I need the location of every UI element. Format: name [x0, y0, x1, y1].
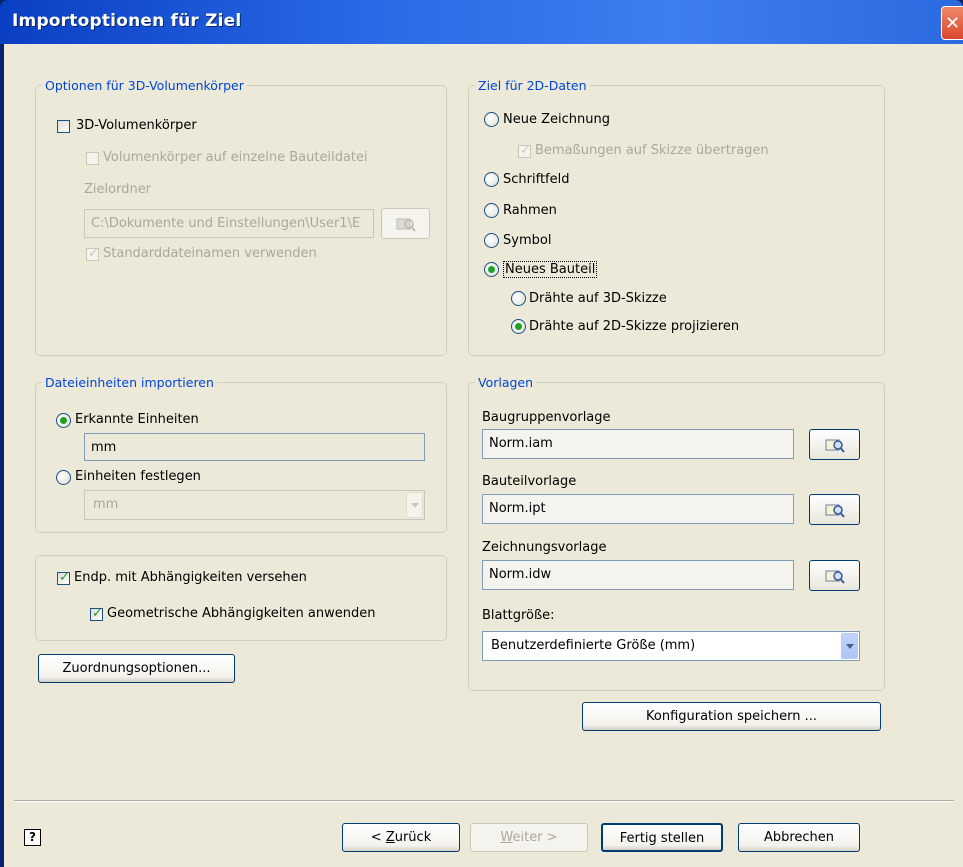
footer-separator — [14, 800, 954, 802]
endpoints-checkbox[interactable]: ✓ — [57, 570, 70, 585]
detected-units-field[interactable]: mm — [84, 433, 425, 461]
mapping-options-button[interactable]: Zuordnungsoptionen... — [38, 654, 235, 683]
help-icon[interactable]: ? — [24, 829, 41, 846]
cancel-button[interactable]: Abbrechen — [738, 823, 860, 852]
templates-legend: Vorlagen — [478, 375, 534, 390]
title-bar[interactable]: Importoptionen für Ziel ✕ — [0, 0, 963, 44]
back-button[interactable]: < Zurück — [342, 823, 460, 852]
single-file-checkbox[interactable] — [86, 152, 99, 165]
radio-wires-2d[interactable] — [511, 319, 526, 334]
radio-specify-units[interactable] — [56, 470, 71, 485]
radio-new-drawing[interactable] — [484, 112, 499, 127]
dimensions-label: Bemaßungen auf Skizze übertragen — [535, 143, 769, 158]
target-2d-legend: Ziel für 2D-Daten — [478, 78, 587, 93]
radio-selected-icon — [488, 266, 495, 273]
specify-units-label: Einheiten festlegen — [75, 469, 201, 484]
border-label: Rahmen — [503, 203, 557, 218]
target-folder-label: Zielordner — [84, 182, 152, 197]
dimensions-checkbox[interactable]: ✓ — [518, 143, 531, 158]
solids-legend: Optionen für 3D-Volumenkörper — [45, 78, 244, 93]
solid-checkbox-label: 3D-Volumenkörper — [76, 118, 197, 133]
check-icon: ✓ — [88, 246, 99, 261]
endpoints-label: Endp. mit Abhängigkeiten versehen — [74, 570, 307, 585]
dialog-body: Optionen für 3D-Volumenkörper 3D-Volumen… — [4, 44, 963, 867]
default-names-label: Standarddateinamen verwenden — [103, 246, 317, 261]
drawing-browse-button[interactable] — [809, 560, 860, 591]
check-icon: ✓ — [59, 570, 70, 585]
new-part-label: Neues Bauteil — [503, 261, 598, 278]
chevron-down-icon — [406, 492, 423, 518]
part-template-field[interactable]: Norm.ipt — [482, 494, 794, 524]
radio-selected-icon — [60, 417, 67, 424]
chevron-down-icon — [841, 633, 858, 659]
single-file-label: Volumenkörper auf einzelne Bauteildatei — [103, 150, 368, 165]
radio-border[interactable] — [484, 203, 499, 218]
new-drawing-label: Neue Zeichnung — [503, 112, 610, 127]
sheet-size-label: Blattgröße: — [482, 608, 555, 623]
solid-checkbox[interactable] — [57, 120, 70, 133]
close-button[interactable]: ✕ — [941, 6, 963, 40]
browse-icon — [825, 439, 845, 453]
check-icon: ✓ — [520, 143, 531, 158]
specify-units-value: mm — [93, 497, 119, 512]
radio-title-block[interactable] — [484, 172, 499, 187]
sheet-size-dropdown[interactable]: Benutzerdefinierte Größe (mm) — [482, 631, 860, 661]
detected-units-label: Erkannte Einheiten — [75, 412, 199, 427]
check-icon: ✓ — [92, 606, 103, 621]
wires-2d-label: Drähte auf 2D-Skizze projizieren — [529, 319, 740, 334]
browse-icon — [825, 504, 845, 518]
target-folder-field[interactable]: C:\Dokumente und Einstellungen\User1\E — [84, 209, 374, 238]
specify-units-dropdown[interactable]: mm — [84, 490, 425, 520]
assembly-template-field[interactable]: Norm.iam — [482, 429, 794, 459]
drawing-template-label: Zeichnungsvorlage — [482, 540, 607, 555]
radio-symbol[interactable] — [484, 233, 499, 248]
wires-3d-label: Drähte auf 3D-Skizze — [529, 291, 667, 306]
units-legend: Dateieinheiten importieren — [45, 375, 214, 390]
drawing-template-field[interactable]: Norm.idw — [482, 560, 794, 590]
target-folder-browse-button[interactable] — [381, 208, 430, 239]
assembly-browse-button[interactable] — [809, 429, 860, 460]
assembly-template-label: Baugruppenvorlage — [482, 410, 611, 425]
title-block-label: Schriftfeld — [503, 172, 570, 187]
symbol-label: Symbol — [503, 233, 552, 248]
part-browse-button[interactable] — [809, 494, 860, 525]
finish-button[interactable]: Fertig stellen — [601, 823, 723, 852]
window-title: Importoptionen für Ziel — [12, 11, 242, 31]
save-configuration-button[interactable]: Konfiguration speichern ... — [582, 702, 881, 731]
browse-icon — [825, 570, 845, 584]
radio-wires-3d[interactable] — [511, 291, 526, 306]
geometric-checkbox[interactable]: ✓ — [90, 606, 103, 621]
constraints-group — [35, 555, 447, 641]
sheet-size-value: Benutzerdefinierte Größe (mm) — [491, 638, 696, 653]
radio-selected-icon — [515, 323, 522, 330]
default-names-checkbox[interactable]: ✓ — [86, 246, 99, 261]
geometric-label: Geometrische Abhängigkeiten anwenden — [107, 606, 376, 621]
radio-detected-units[interactable] — [56, 413, 71, 428]
radio-new-part[interactable] — [484, 262, 499, 277]
next-button[interactable]: Weiter > — [470, 823, 588, 852]
close-icon: ✕ — [944, 12, 961, 34]
browse-icon — [396, 218, 416, 232]
part-template-label: Bauteilvorlage — [482, 474, 577, 489]
